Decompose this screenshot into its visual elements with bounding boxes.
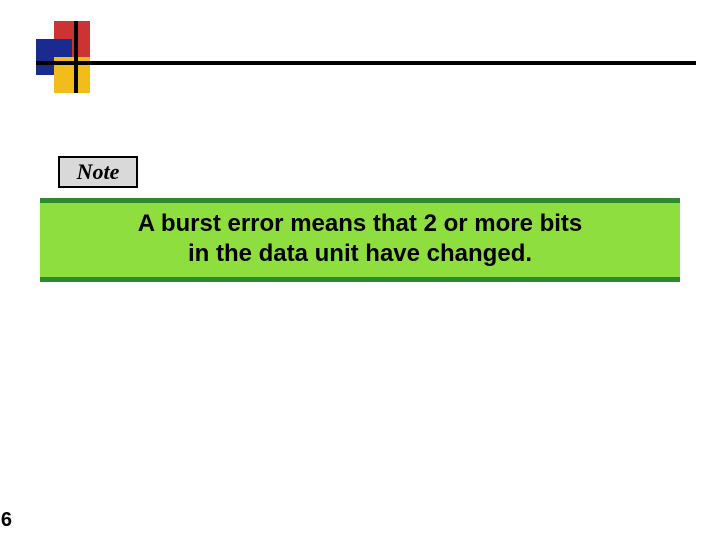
slide: Note A burst error means that 2 or more … xyxy=(0,0,720,540)
page-number: 6 xyxy=(0,509,12,532)
body-highlight: A burst error means that 2 or more bits … xyxy=(40,198,680,282)
note-label: Note xyxy=(77,159,120,185)
note-label-box: Note xyxy=(58,156,138,188)
decor-rule-horizontal xyxy=(36,61,696,65)
decor-rule-vertical xyxy=(74,21,78,93)
body-line-2: in the data unit have changed. xyxy=(50,239,670,269)
body-line-1: A burst error means that 2 or more bits xyxy=(50,209,670,239)
